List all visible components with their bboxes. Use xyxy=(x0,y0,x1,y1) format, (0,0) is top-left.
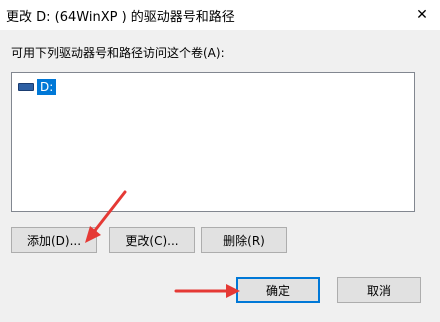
close-button[interactable]: ✕ xyxy=(404,0,440,30)
paths-list-label: 可用下列驱动器号和路径访问这个卷(A): xyxy=(11,46,225,60)
ok-button[interactable]: 确定 xyxy=(236,277,320,303)
add-button-label: 添加(D)... xyxy=(26,233,82,248)
drive-icon xyxy=(18,83,34,91)
cancel-button[interactable]: 取消 xyxy=(337,277,421,303)
list-item[interactable]: D: xyxy=(18,79,57,95)
add-button[interactable]: 添加(D)... xyxy=(11,227,97,253)
title-bar: 更改 D: (64WinXP ) 的驱动器号和路径 ✕ xyxy=(0,0,440,30)
list-item-label: D: xyxy=(37,79,57,95)
cancel-button-label: 取消 xyxy=(366,283,391,298)
window-title: 更改 D: (64WinXP ) 的驱动器号和路径 xyxy=(6,10,235,25)
close-icon: ✕ xyxy=(416,7,428,23)
remove-button-label: 删除(R) xyxy=(223,233,265,248)
change-button[interactable]: 更改(C)... xyxy=(109,227,195,253)
remove-button[interactable]: 删除(R) xyxy=(201,227,287,253)
dialog-body: 可用下列驱动器号和路径访问这个卷(A): D: 添加(D)... 更改(C)..… xyxy=(0,30,440,322)
change-button-label: 更改(C)... xyxy=(125,233,179,248)
drive-paths-list[interactable]: D: xyxy=(11,72,415,212)
ok-button-label: 确定 xyxy=(265,283,290,298)
